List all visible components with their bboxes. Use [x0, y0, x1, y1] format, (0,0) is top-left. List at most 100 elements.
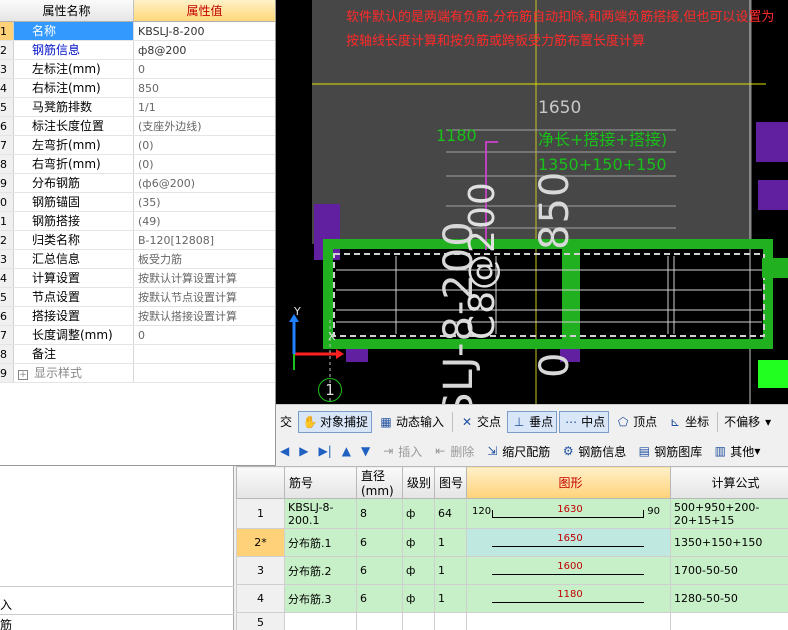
property-value[interactable]: 0 — [134, 60, 275, 78]
property-row[interactable]: 8 右弯折(mm) (0) — [0, 155, 275, 174]
property-value[interactable]: (35) — [134, 193, 275, 211]
bar-no-cell[interactable]: 分布筋.3 — [284, 584, 357, 613]
diameter-cell[interactable]: 8 — [356, 498, 403, 529]
intersection-point-button[interactable]: ✕ 交点 — [455, 411, 505, 433]
property-row[interactable]: 3 左标注(mm) 0 — [0, 60, 275, 79]
bar-no-cell[interactable]: 分布筋.2 — [284, 556, 357, 585]
col-formula[interactable]: 计算公式 — [670, 466, 788, 499]
diameter-cell[interactable] — [356, 612, 403, 630]
row-number-cell[interactable]: 4 — [236, 584, 285, 613]
bar-no-cell[interactable]: KBSLJ-8-200.1 — [284, 498, 357, 529]
row-number-cell[interactable]: 2* — [236, 528, 285, 557]
col-bar-no[interactable]: 筋号 — [284, 466, 357, 499]
property-value[interactable]: (0) — [134, 155, 275, 173]
property-value[interactable]: (49) — [134, 212, 275, 230]
property-row[interactable]: 3 汇总信息 板受力筋 — [0, 250, 275, 269]
property-row[interactable]: 5 马凳筋排数 1/1 — [0, 98, 275, 117]
vertex-button[interactable]: ⬠ 顶点 — [611, 411, 661, 433]
row-number-cell[interactable]: 5 — [236, 612, 285, 630]
property-row[interactable]: 9 + 显示样式 — [0, 364, 275, 383]
property-row[interactable]: 8 备注 — [0, 345, 275, 364]
insert-button[interactable]: ⇥ 插入 — [376, 440, 426, 462]
figure-cell[interactable]: 64 — [434, 498, 467, 529]
grade-cell[interactable]: ф — [402, 498, 435, 529]
property-value[interactable]: (支座外边线) — [134, 117, 275, 135]
dynamic-input-button[interactable]: ▦ 动态输入 — [374, 411, 448, 433]
midpoint-button[interactable]: ⋯ 中点 — [559, 410, 610, 433]
property-row[interactable]: 9 分布钢筋 (ф6@200) — [0, 174, 275, 193]
other-menu-button[interactable]: ▥ 其他 ▾ — [708, 440, 764, 462]
table-row[interactable]: 1 KBSLJ-8-200.1 8 ф 64 1630 120 90 500+950+200-2… — [236, 498, 788, 529]
grade-cell[interactable]: ф — [402, 528, 435, 557]
property-value[interactable]: 850 — [134, 79, 275, 97]
panel-tab-label[interactable]: 入 — [0, 596, 12, 613]
property-row[interactable]: 4 右标注(mm) 850 — [0, 79, 275, 98]
property-value[interactable]: 按默认计算设置计算 — [134, 269, 275, 287]
property-row[interactable]: 6 搭接设置 按默认搭接设置计算 — [0, 307, 275, 326]
formula-cell[interactable] — [670, 612, 788, 630]
formula-cell[interactable]: 1350+150+150 — [670, 528, 788, 557]
property-row[interactable]: 5 节点设置 按默认节点设置计算 — [0, 288, 275, 307]
shape-cell[interactable]: 1180 — [466, 584, 671, 613]
property-value[interactable]: 0 — [134, 326, 275, 344]
formula-cell[interactable]: 500+950+200-20+15+15 — [670, 498, 788, 529]
property-value[interactable]: (ф6@200) — [134, 174, 275, 192]
object-snap-button[interactable]: ✋ 对象捕捉 — [298, 410, 373, 433]
property-value[interactable]: ф8@200 — [134, 41, 275, 59]
property-value[interactable]: KBSLJ-8-200 — [134, 22, 275, 40]
property-row[interactable]: 1 钢筋搭接 (49) — [0, 212, 275, 231]
nav-prev-button[interactable]: ◀ — [276, 440, 293, 462]
nav-last-button[interactable]: ▶| — [314, 440, 335, 462]
property-row[interactable]: 4 计算设置 按默认计算设置计算 — [0, 269, 275, 288]
shape-cell[interactable]: 1650 — [466, 528, 671, 557]
property-value[interactable]: 按默认节点设置计算 — [134, 288, 275, 306]
property-row[interactable]: 7 长度调整(mm) 0 — [0, 326, 275, 345]
bar-no-cell[interactable] — [284, 612, 357, 630]
diameter-cell[interactable]: 6 — [356, 584, 403, 613]
bar-no-cell[interactable]: 分布筋.1 — [284, 528, 357, 557]
table-row[interactable]: 4 分布筋.3 6 ф 1 1180 1280-50-50 — [236, 584, 788, 613]
grade-cell[interactable]: ф — [402, 584, 435, 613]
property-value[interactable]: 按默认搭接设置计算 — [134, 307, 275, 325]
coordinate-button[interactable]: ⊾ 坐标 — [663, 411, 713, 433]
property-value[interactable] — [134, 364, 275, 382]
diameter-cell[interactable]: 6 — [356, 528, 403, 557]
offset-dropdown[interactable]: 不偏移 ▾ — [720, 411, 782, 433]
property-value[interactable] — [134, 345, 275, 363]
property-value[interactable]: 1/1 — [134, 98, 275, 116]
delete-button[interactable]: ⇤ 删除 — [428, 440, 478, 462]
diameter-cell[interactable]: 6 — [356, 556, 403, 585]
property-row[interactable]: 7 左弯折(mm) (0) — [0, 136, 275, 155]
nav-next-button[interactable]: ▶ — [295, 440, 312, 462]
col-grade[interactable]: 级别 — [402, 466, 435, 499]
property-row[interactable]: 2 归类名称 B-120[12808] — [0, 231, 275, 250]
grade-cell[interactable]: ф — [402, 556, 435, 585]
figure-cell[interactable]: 1 — [434, 528, 467, 557]
row-number-cell[interactable]: 3 — [236, 556, 285, 585]
row-number-cell[interactable]: 1 — [236, 498, 285, 529]
table-row[interactable]: 2* 分布筋.1 6 ф 1 1650 1350+150+150 — [236, 528, 788, 557]
rebar-info-button[interactable]: ⚙ 钢筋信息 — [556, 440, 630, 462]
property-value[interactable]: B-120[12808] — [134, 231, 275, 249]
shape-cell[interactable]: 1600 — [466, 556, 671, 585]
property-row[interactable]: 1 名称 KBSLJ-8-200 — [0, 22, 275, 41]
col-shape[interactable]: 图形 — [466, 466, 671, 499]
intersect-mode-button[interactable]: 交 — [276, 411, 296, 433]
property-row[interactable]: 6 标注长度位置 (支座外边线) — [0, 117, 275, 136]
scale-rebar-button[interactable]: ⇲ 缩尺配筋 — [480, 440, 554, 462]
figure-cell[interactable]: 1 — [434, 584, 467, 613]
shape-cell[interactable]: 1630 120 90 — [466, 498, 671, 529]
cad-canvas[interactable]: 软件默认的是两端有负筋,分布筋自动扣除,和两端负筋搭接,但也可以设置为按轴线长度… — [276, 0, 788, 404]
move-up-button[interactable]: ▲ — [338, 440, 355, 462]
col-diameter[interactable]: 直径(mm) — [356, 466, 403, 499]
col-figure[interactable]: 图号 — [434, 466, 467, 499]
expand-icon[interactable]: + — [18, 370, 28, 380]
rebar-library-button[interactable]: ▤ 钢筋图库 — [632, 440, 706, 462]
formula-cell[interactable]: 1700-50-50 — [670, 556, 788, 585]
property-value[interactable]: (0) — [134, 136, 275, 154]
table-row[interactable]: 3 分布筋.2 6 ф 1 1600 1700-50-50 — [236, 556, 788, 585]
shape-cell[interactable] — [466, 612, 671, 630]
perpendicular-point-button[interactable]: ⊥ 垂点 — [507, 410, 558, 433]
grade-cell[interactable] — [402, 612, 435, 630]
move-down-button[interactable]: ▼ — [357, 440, 374, 462]
